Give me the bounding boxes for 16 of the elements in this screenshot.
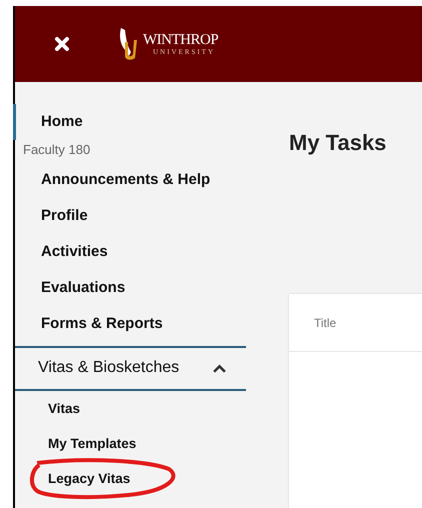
sidebar-subitem[interactable]: Vitas xyxy=(15,391,246,426)
chevron-icon xyxy=(213,364,226,372)
page-title: My Tasks xyxy=(289,130,388,156)
sidebar-item[interactable]: Announcements & Help xyxy=(13,162,246,198)
sidebar-item[interactable]: Home xyxy=(13,104,246,140)
sidebar-subitem[interactable]: Legacy Vitas xyxy=(15,461,246,496)
sidebar-item[interactable]: Profile xyxy=(13,198,246,234)
sidebar-item[interactable]: Activities xyxy=(13,234,246,270)
sidebar-item[interactable]: Evaluations xyxy=(13,270,246,306)
section-label: Faculty 180 xyxy=(22,141,92,159)
sidebar-group[interactable]: Vitas & Biosketches xyxy=(15,346,246,391)
column-header: Title xyxy=(314,316,336,330)
logo-wordmark: WINTHROP xyxy=(143,32,218,48)
sidebar-subitem[interactable]: My Templates xyxy=(15,426,246,461)
sidebar-item[interactable]: Forms & Reports xyxy=(13,306,246,342)
close-icon[interactable] xyxy=(54,36,70,52)
